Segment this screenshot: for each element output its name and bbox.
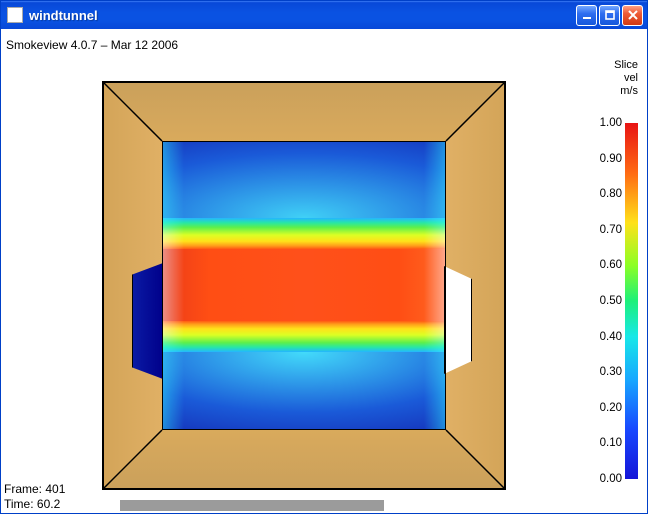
window-buttons bbox=[576, 5, 643, 26]
inner-frame bbox=[162, 141, 446, 430]
maximize-icon bbox=[605, 10, 615, 20]
colorbar-gradient bbox=[625, 123, 638, 479]
colorbar-title: Slice vel m/s bbox=[596, 59, 638, 98]
minimize-button[interactable] bbox=[576, 5, 597, 26]
close-icon bbox=[628, 10, 638, 20]
colorbar-tick: 0.30 bbox=[600, 366, 622, 378]
app-window: windtunnel Smokeview 4.0.7 – Mar 12 2006 bbox=[0, 0, 648, 514]
maximize-button[interactable] bbox=[599, 5, 620, 26]
colorbar: Slice vel m/s 1.00 0.90 0.80 0.70 0.60 0… bbox=[596, 59, 638, 482]
minimize-icon bbox=[582, 10, 592, 20]
timeline-slider[interactable] bbox=[120, 500, 384, 511]
titlebar[interactable]: windtunnel bbox=[1, 1, 647, 29]
footer: Frame: 401 Time: 60.2 bbox=[4, 482, 644, 512]
colorbar-ticks: 1.00 0.90 0.80 0.70 0.60 0.50 0.40 0.30 … bbox=[592, 123, 622, 479]
colorbar-tick: 0.70 bbox=[600, 224, 622, 236]
window-title: windtunnel bbox=[29, 8, 576, 23]
close-button[interactable] bbox=[622, 5, 643, 26]
colorbar-tick: 0.50 bbox=[600, 295, 622, 307]
colorbar-tick: 0.20 bbox=[600, 402, 622, 414]
colorbar-tick: 0.10 bbox=[600, 437, 622, 449]
frame-readout: Frame: 401 bbox=[4, 482, 644, 497]
version-line: Smokeview 4.0.7 – Mar 12 2006 bbox=[6, 38, 178, 52]
client-area: Smokeview 4.0.7 – Mar 12 2006 bbox=[2, 29, 646, 512]
colorbar-tick: 1.00 bbox=[600, 117, 622, 129]
colorbar-tick: 0.90 bbox=[600, 153, 622, 165]
colorbar-tick: 0.40 bbox=[600, 331, 622, 343]
app-icon bbox=[7, 7, 23, 23]
colorbar-tick: 0.60 bbox=[600, 259, 622, 271]
viewport-3d[interactable] bbox=[102, 81, 506, 490]
colorbar-tick: 0.80 bbox=[600, 188, 622, 200]
